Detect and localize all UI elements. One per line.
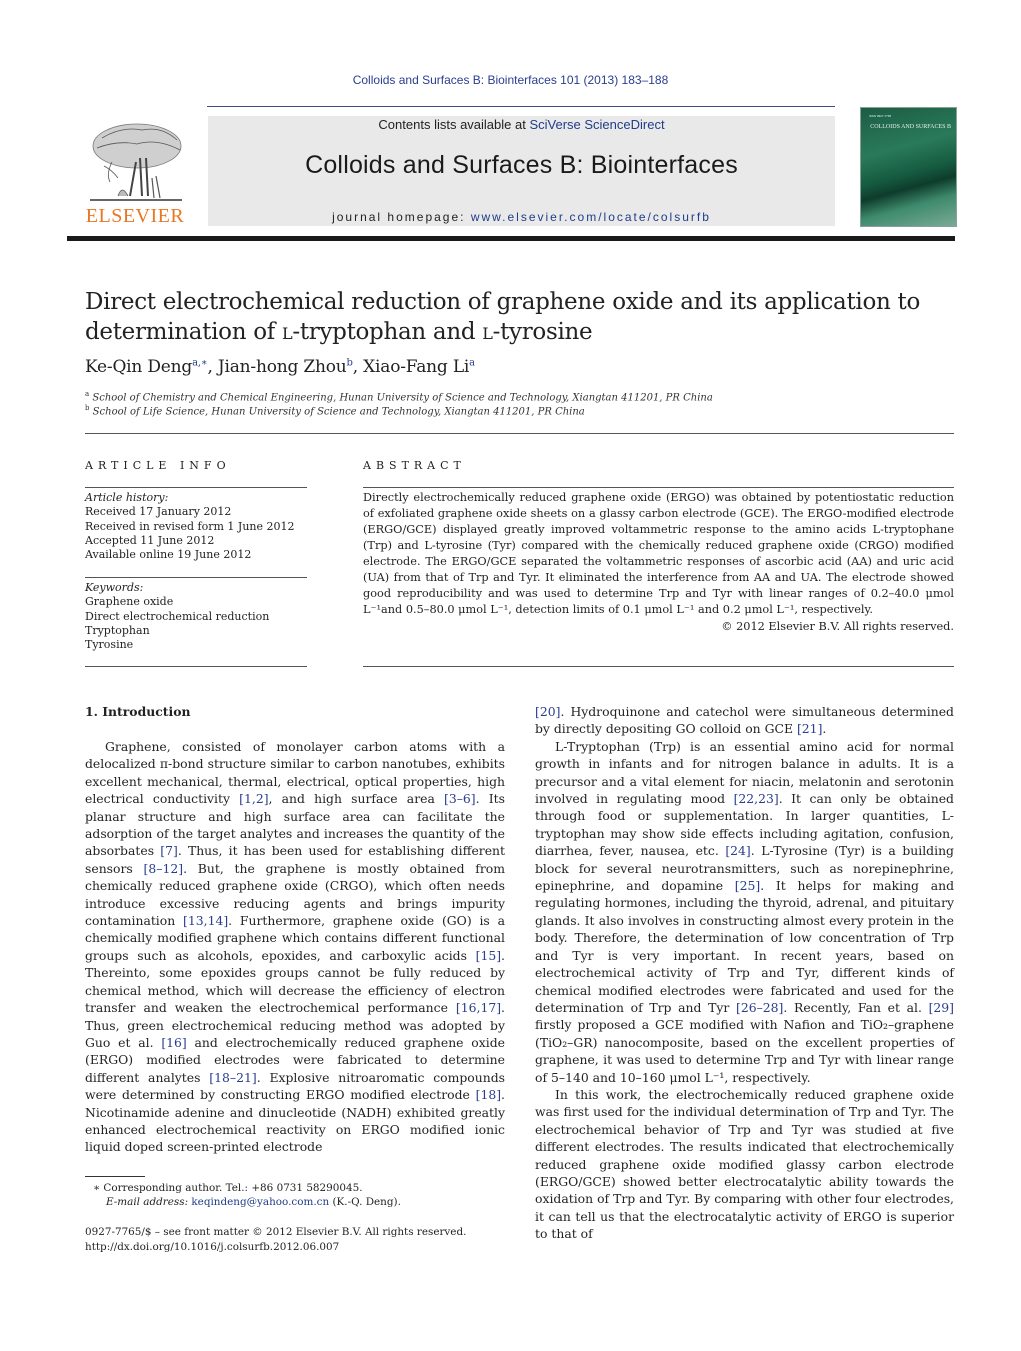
cover-title: COLLOIDS AND SURFACES B <box>870 124 951 130</box>
divider <box>85 666 307 667</box>
keyword: Tyrosine <box>85 638 134 652</box>
paragraph: L-Tryptophan (Trp) is an essential amino… <box>535 738 954 1086</box>
email-suffix: (K.-Q. Deng). <box>329 1196 401 1208</box>
paragraph: In this work, the electrochemically redu… <box>535 1086 954 1243</box>
author-name[interactable]: Ke-Qin Deng <box>85 357 192 377</box>
corresponding-author-note: ∗ Corresponding author. Tel.: +86 0731 5… <box>93 1182 363 1194</box>
article-info-heading: ARTICLE INFO <box>85 459 231 472</box>
citation-link[interactable]: [7] <box>160 843 178 858</box>
author-affil-mark[interactable]: a <box>469 357 475 368</box>
body-text: . <box>822 721 827 737</box>
affiliation: a School of Chemistry and Chemical Engin… <box>85 390 713 403</box>
contents-prefix: Contents lists available at <box>378 117 530 132</box>
homepage-link[interactable]: www.elsevier.com/locate/colsurfb <box>471 210 711 224</box>
citation-link[interactable]: [16] <box>161 1035 186 1050</box>
homepage-prefix: journal homepage: <box>332 210 471 224</box>
email-label: E-mail address: <box>106 1196 192 1208</box>
email-link[interactable]: keqindeng@yahoo.com.cn <box>191 1196 329 1208</box>
history-item: Received in revised form 1 June 2012 <box>85 519 295 533</box>
section-heading-introduction: 1. Introduction <box>85 704 191 719</box>
affiliation: b School of Life Science, Hunan Universi… <box>85 404 585 417</box>
author-name[interactable]: Jian-hong Zhou <box>218 357 347 377</box>
body-column-right: [20]. Hydroquinone and catechol were sim… <box>535 703 954 1243</box>
tree-icon <box>90 123 182 201</box>
author-affil-mark[interactable]: a,∗ <box>192 357 208 368</box>
sciencedirect-link[interactable]: SciVerse ScienceDirect <box>529 117 664 132</box>
body-column-left: Graphene, consisted of monolayer carbon … <box>85 738 505 1156</box>
cover-issn: ISSN 0927-7765 <box>869 114 892 118</box>
citation-link[interactable]: [24] <box>725 843 750 858</box>
paragraph: Graphene, consisted of monolayer carbon … <box>85 738 505 1156</box>
affiliation-mark: b <box>85 404 90 412</box>
divider <box>363 666 954 667</box>
abstract-heading: ABSTRACT <box>363 459 466 472</box>
keyword: Direct electrochemical reduction <box>85 609 270 623</box>
history-item: Available online 19 June 2012 <box>85 548 252 562</box>
title-l-prefix: l <box>482 319 493 345</box>
header-rule <box>207 106 835 107</box>
history-label: Article history: <box>85 491 169 504</box>
journal-banner: Contents lists available at SciVerse Sci… <box>208 116 835 226</box>
body-text: . Hydroquinone and catechol were simulta… <box>535 704 954 737</box>
citation-link[interactable]: [1,2] <box>239 791 268 806</box>
paragraph: [20]. Hydroquinone and catechol were sim… <box>535 703 954 738</box>
body-text: In this work, the electrochemically redu… <box>535 1086 954 1242</box>
author-list: Ke-Qin Denga,∗, Jian-hong Zhoub, Xiao-Fa… <box>85 357 475 377</box>
title-line-2a: determination of <box>85 319 283 345</box>
title-l-prefix: l <box>282 319 293 345</box>
contents-line: Contents lists available at SciVerse Sci… <box>208 117 835 132</box>
citation-link[interactable]: [3–6] <box>444 791 476 806</box>
divider <box>85 433 954 434</box>
title-line-2c: -tyrosine <box>492 319 593 345</box>
citation-link[interactable]: [16,17] <box>456 1000 501 1015</box>
title-line-2b: -tryptophan and <box>292 319 483 345</box>
citation-link[interactable]: [25] <box>735 878 760 893</box>
citation-link[interactable]: [15] <box>476 948 501 963</box>
citation-link[interactable]: [8–12] <box>144 861 184 876</box>
citation-link[interactable]: [26–28] <box>736 1000 783 1015</box>
body-text: firstly proposed a GCE modified with Naf… <box>535 1017 954 1085</box>
running-head[interactable]: Colloids and Surfaces B: Biointerfaces 1… <box>0 73 1021 87</box>
homepage-line: journal homepage: www.elsevier.com/locat… <box>208 210 835 224</box>
affiliation-mark: a <box>85 390 90 398</box>
footnote-rule <box>85 1176 145 1177</box>
keyword: Graphene oxide <box>85 595 174 609</box>
front-matter-note: 0927-7765/$ – see front matter © 2012 El… <box>85 1226 467 1238</box>
article-history: Article history: Received 17 January 201… <box>85 491 307 562</box>
body-text: . It helps for making and regulating hor… <box>535 878 954 1015</box>
elsevier-logo[interactable]: ELSEVIER <box>82 118 188 228</box>
body-text: , and high surface area <box>268 791 445 807</box>
author-name[interactable]: Xiao-Fang Li <box>363 357 469 377</box>
divider <box>85 577 307 578</box>
abstract-copyright: © 2012 Elsevier B.V. All rights reserved… <box>721 620 954 633</box>
citation-link[interactable]: [13,14] <box>183 913 228 928</box>
abstract-text: Directly electrochemically reduced graph… <box>363 491 954 616</box>
affiliation-text: School of Chemistry and Chemical Enginee… <box>92 392 713 404</box>
doi-link[interactable]: http://dx.doi.org/10.1016/j.colsurfb.201… <box>85 1240 339 1254</box>
history-item: Received 17 January 2012 <box>85 505 232 519</box>
body-text: . Recently, Fan et al. <box>783 999 929 1015</box>
header-thick-rule <box>67 236 955 241</box>
citation-link[interactable]: [18–21] <box>209 1070 256 1085</box>
history-item: Accepted 11 June 2012 <box>85 533 215 547</box>
title-line-1: Direct electrochemical reduction of grap… <box>85 289 921 315</box>
citation-link[interactable]: [29] <box>929 1000 954 1015</box>
divider <box>363 487 954 488</box>
citation-link[interactable]: [21] <box>797 721 822 736</box>
keyword: Tryptophan <box>85 623 150 637</box>
email-note: E-mail address: keqindeng@yahoo.com.cn (… <box>106 1195 401 1209</box>
journal-cover-thumbnail[interactable]: ISSN 0927-7765 COLLOIDS AND SURFACES B <box>860 107 957 227</box>
article-title: Direct electrochemical reduction of grap… <box>85 287 955 347</box>
affiliation-text: School of Life Science, Hunan University… <box>92 406 585 418</box>
elsevier-wordmark: ELSEVIER <box>85 205 185 227</box>
journal-title: Colloids and Surfaces B: Biointerfaces <box>305 151 738 179</box>
citation-link[interactable]: [22,23] <box>734 791 779 806</box>
citation-link[interactable]: [20] <box>535 704 560 719</box>
keywords-label: Keywords: <box>85 581 144 594</box>
divider <box>85 487 307 488</box>
citation-link[interactable]: [18] <box>476 1087 501 1102</box>
keywords: Keywords: Graphene oxide Direct electroc… <box>85 581 307 652</box>
author-affil-mark[interactable]: b <box>347 357 353 368</box>
